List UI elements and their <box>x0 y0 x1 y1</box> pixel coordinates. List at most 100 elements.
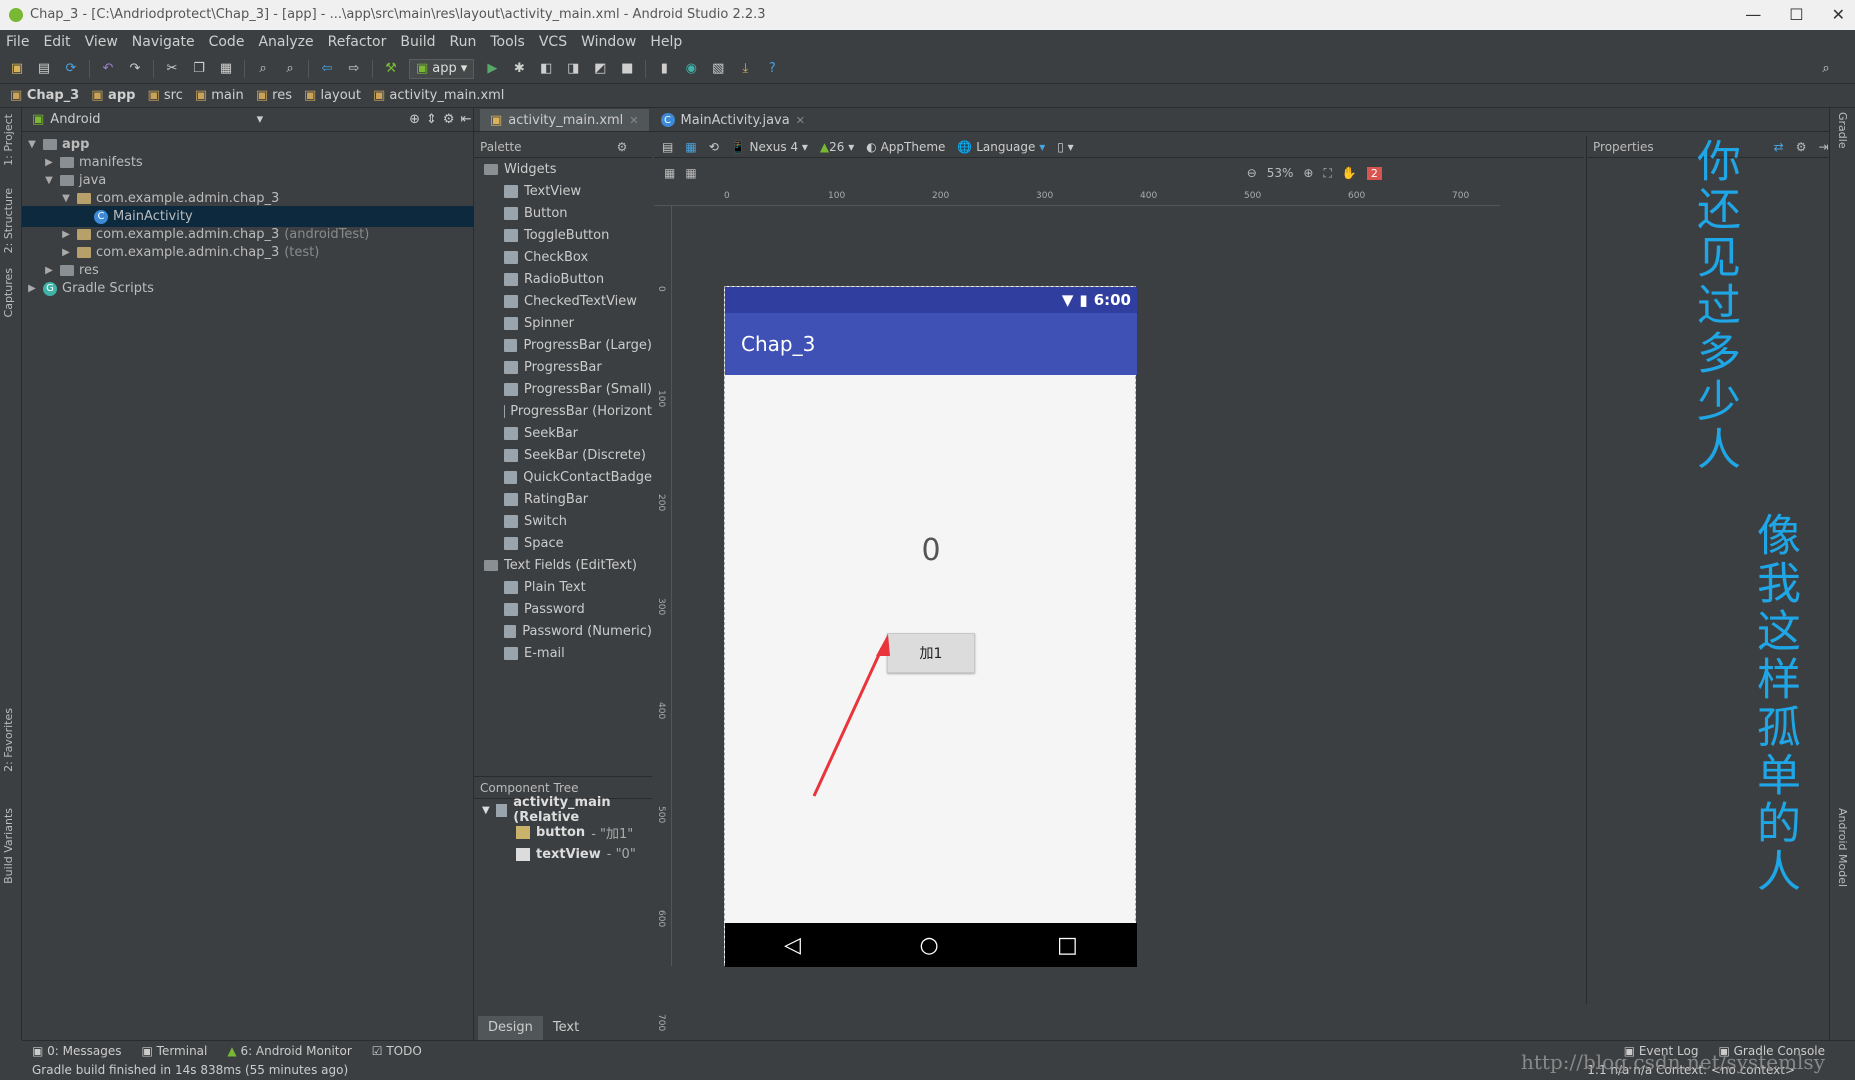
zoom-out-icon[interactable]: ⊖ <box>1247 166 1257 180</box>
hand-icon[interactable]: ✋ <box>1342 166 1357 180</box>
blueprint-icon[interactable]: ▦ <box>685 140 696 154</box>
profile-icon[interactable]: ◨ <box>564 60 582 78</box>
language-select[interactable]: 🌐 Language ▾ <box>957 140 1045 154</box>
tab-mainactivity-java[interactable]: C MainActivity.java ✕ <box>651 109 815 131</box>
palette-item[interactable]: RatingBar <box>474 488 652 510</box>
orientation-icon[interactable]: ⟲ <box>709 140 719 154</box>
tool-todo[interactable]: ☑ TODO <box>372 1044 422 1058</box>
expand-arrow-icon[interactable]: ▼ <box>482 805 490 816</box>
tree-root-row[interactable]: ▼ activity_main (Relative <box>474 795 652 825</box>
palette-item[interactable]: QuickContactBadge <box>474 466 652 488</box>
minimize-button[interactable]: — <box>1745 0 1761 30</box>
palette-item[interactable]: Spinner <box>474 312 652 334</box>
breadcrumb-item[interactable]: src <box>147 88 183 103</box>
debug-icon[interactable]: ✱ <box>510 60 528 78</box>
tree-node-textview[interactable]: textView - "0" <box>474 843 652 865</box>
tab-activity-main-xml[interactable]: ▣ activity_main.xml ✕ <box>480 109 649 131</box>
project-structure-icon[interactable]: ▧ <box>709 60 727 78</box>
tab-design[interactable]: Design <box>478 1016 543 1040</box>
sdk-manager-icon[interactable]: ⤓ <box>736 60 754 78</box>
render-options-icon[interactable]: ▯ ▾ <box>1057 140 1073 154</box>
menu-code[interactable]: Code <box>209 34 245 50</box>
palette-item[interactable]: Switch <box>474 510 652 532</box>
device-select[interactable]: 📱 Nexus 4 ▾ <box>731 140 808 154</box>
collapse-icon[interactable]: ⇕ <box>426 112 437 127</box>
breadcrumb-item[interactable]: activity_main.xml <box>373 88 504 103</box>
menu-analyze[interactable]: Analyze <box>258 34 313 50</box>
swap-icon[interactable]: ⇄ <box>1774 140 1784 154</box>
menu-tools[interactable]: Tools <box>490 34 525 50</box>
palette-item[interactable]: ProgressBar (Horizont <box>474 400 652 422</box>
expand-arrow-icon[interactable]: ▶ <box>26 278 38 299</box>
menu-build[interactable]: Build <box>400 34 435 50</box>
forward-icon[interactable]: ⇨ <box>345 60 363 78</box>
palette-group[interactable]: Text Fields (EditText) <box>474 554 652 576</box>
api-select[interactable]: ▲26 ▾ <box>820 140 854 154</box>
tree-row[interactable]: ▶ G Gradle Scripts <box>22 278 474 299</box>
tab-text[interactable]: Text <box>543 1016 589 1040</box>
tool-terminal[interactable]: ▣ Terminal <box>142 1044 208 1058</box>
layout-toggle-icon[interactable]: ▤ <box>662 140 673 154</box>
replace-icon[interactable]: ⌕ <box>281 60 299 78</box>
palette-item[interactable]: ProgressBar (Small) <box>474 378 652 400</box>
palette-item[interactable]: Password <box>474 598 652 620</box>
select-icon[interactable]: ▦ <box>685 166 696 180</box>
palette-item[interactable]: ProgressBar <box>474 356 652 378</box>
run-icon[interactable]: ▶ <box>483 60 501 78</box>
warnings-badge[interactable]: 2 <box>1366 166 1382 180</box>
menu-run[interactable]: Run <box>450 34 477 50</box>
cut-icon[interactable]: ✂ <box>163 60 181 78</box>
tab-android-model[interactable]: Android Model <box>1836 808 1849 887</box>
close-icon[interactable]: ✕ <box>629 114 638 127</box>
breadcrumb-item[interactable]: layout <box>304 88 361 103</box>
palette-item[interactable]: RadioButton <box>474 268 652 290</box>
gear-icon[interactable]: ⚙ <box>617 140 628 154</box>
search-everywhere-icon[interactable]: ⌕ <box>1817 60 1835 78</box>
sync-icon[interactable]: ⟳ <box>62 60 80 78</box>
fit-screen-icon[interactable]: ⛶ <box>1323 166 1331 181</box>
attach-icon[interactable]: ◧ <box>537 60 555 78</box>
menu-window[interactable]: Window <box>581 34 636 50</box>
redo-icon[interactable]: ↷ <box>126 60 144 78</box>
open-icon[interactable]: ▣ <box>8 60 26 78</box>
tab-build-variants[interactable]: Build Variants <box>2 808 15 884</box>
zoom-in-icon[interactable]: ⊕ <box>1303 166 1313 180</box>
palette-item[interactable]: Space <box>474 532 652 554</box>
target-icon[interactable]: ⊕ <box>409 112 420 127</box>
palette-item[interactable]: ToggleButton <box>474 224 652 246</box>
palette-item[interactable]: Button <box>474 202 652 224</box>
back-icon[interactable]: ⇦ <box>318 60 336 78</box>
save-icon[interactable]: ▤ <box>35 60 53 78</box>
hide-icon[interactable]: ⇥ <box>1818 140 1828 154</box>
tab-gradle[interactable]: Gradle <box>1836 112 1849 149</box>
paste-icon[interactable]: ▦ <box>217 60 235 78</box>
menu-view[interactable]: View <box>85 34 118 50</box>
menu-refactor[interactable]: Refactor <box>328 34 387 50</box>
palette-item[interactable]: CheckedTextView <box>474 290 652 312</box>
tool-android-monitor[interactable]: ▲ 6: Android Monitor <box>227 1044 351 1058</box>
maximize-button[interactable]: ☐ <box>1789 0 1803 30</box>
palette-item[interactable]: ProgressBar (Large) <box>474 334 652 356</box>
add-one-button[interactable]: 加1 <box>887 633 975 673</box>
palette-group[interactable]: Widgets <box>474 158 652 180</box>
palette-item[interactable]: CheckBox <box>474 246 652 268</box>
tab-structure[interactable]: 2: Structure <box>2 188 15 253</box>
copy-icon[interactable]: ❐ <box>190 60 208 78</box>
close-button[interactable]: ✕ <box>1832 0 1845 30</box>
tree-node-button[interactable]: button - "加1" <box>474 821 652 843</box>
make-project-icon[interactable]: ⚒ <box>382 60 400 78</box>
tab-captures[interactable]: Captures <box>2 268 15 317</box>
gear-icon[interactable]: ⚙ <box>443 112 455 127</box>
pan-icon[interactable]: ▦ <box>664 166 675 180</box>
breadcrumb-item[interactable]: main <box>195 88 243 103</box>
help-icon[interactable]: ? <box>763 60 781 78</box>
gear-icon[interactable]: ⚙ <box>1796 140 1807 154</box>
palette-item[interactable]: TextView <box>474 180 652 202</box>
palette-item[interactable]: Password (Numeric) <box>474 620 652 642</box>
palette-item[interactable]: Plain Text <box>474 576 652 598</box>
palette-item[interactable]: SeekBar (Discrete) <box>474 444 652 466</box>
find-icon[interactable]: ⌕ <box>254 60 272 78</box>
menu-file[interactable]: File <box>6 34 29 50</box>
project-view-select[interactable]: ▣ Android ▾ ⊕ ⇕ ⚙ ⇤ <box>22 108 473 132</box>
theme-select[interactable]: ◐ AppTheme <box>866 140 945 154</box>
